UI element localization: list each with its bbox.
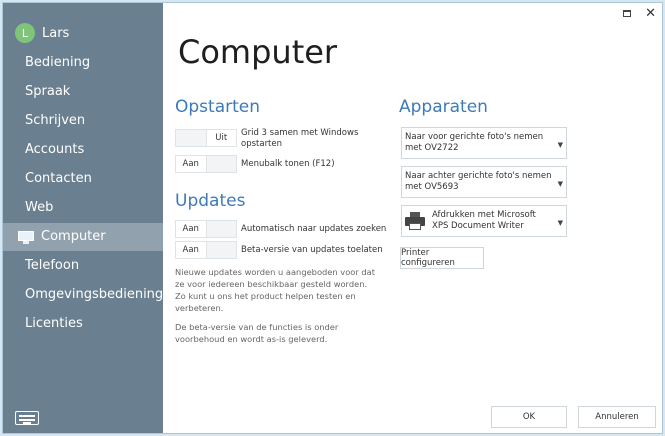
user-profile[interactable]: L Lars [15, 23, 69, 43]
auto-update-label: Automatisch naar updates zoeken [241, 224, 387, 234]
sidebar-item-telefoon[interactable]: Telefoon [3, 252, 163, 280]
chevron-down-icon: ▼ [557, 219, 563, 227]
toggle-off-label [206, 221, 236, 237]
sidebar-item-label: Accounts [25, 142, 85, 157]
sidebar-item-label: Computer [41, 229, 106, 244]
monitor-icon [17, 230, 35, 244]
ok-button[interactable]: OK [491, 406, 567, 428]
menubar-label: Menubalk tonen (F12) [241, 159, 335, 169]
sidebar-item-label: Telefoon [25, 258, 80, 273]
sidebar-item-computer[interactable]: Computer [3, 223, 163, 251]
section-title-updates: Updates [175, 191, 246, 211]
sidebar-item-web[interactable]: Web [3, 194, 163, 222]
startup-with-windows-label: Grid 3 samen met Windows opstarten [241, 128, 359, 149]
front-camera-value: Naar voor gerichte foto's nemen met OV27… [405, 132, 544, 153]
close-icon[interactable]: ✕ [645, 7, 656, 20]
printer-select[interactable]: Afdrukken met Microsoft XPS Document Wri… [401, 205, 567, 237]
auto-update-toggle[interactable]: Aan [175, 220, 237, 238]
toggle-on-label: Aan [182, 159, 199, 169]
cancel-button[interactable]: Annuleren [578, 406, 656, 428]
sidebar-item-accounts[interactable]: Accounts [3, 136, 163, 164]
beta-updates-label: Beta-versie van updates toelaten [241, 245, 383, 255]
avatar: L [15, 23, 35, 43]
rear-camera-value: Naar achter gerichte foto's nemen met OV… [405, 171, 552, 192]
updates-info-text: Nieuwe updates worden u aangeboden voor … [175, 267, 376, 313]
sidebar-item-contacten[interactable]: Contacten [3, 165, 163, 193]
sidebar-item-schrijven[interactable]: Schrijven [3, 107, 163, 135]
sidebar-item-label: Web [25, 200, 54, 215]
sidebar-item-label: Contacten [25, 171, 92, 186]
user-name: Lars [42, 25, 70, 41]
settings-window: L Lars Bediening Spraak Schrijven Accoun… [2, 2, 663, 434]
sidebar-item-label: Bediening [25, 55, 91, 70]
toggle-off-label [206, 242, 236, 258]
sidebar-item-label: Omgevingsbediening [25, 287, 164, 302]
toggle-on-label: Aan [182, 224, 199, 234]
keyboard-icon[interactable] [15, 411, 39, 425]
chevron-down-icon: ▼ [557, 180, 563, 188]
window-controls: ✕ [623, 7, 656, 20]
sidebar-item-label: Schrijven [25, 113, 86, 128]
chevron-down-icon: ▼ [557, 141, 563, 149]
beta-updates-toggle[interactable]: Aan [175, 241, 237, 259]
toggle-off-label: Uit [215, 133, 228, 143]
toggle-off-label [206, 156, 236, 172]
printer-value: Afdrukken met Microsoft XPS Document Wri… [432, 210, 536, 231]
sidebar-item-bediening[interactable]: Bediening [3, 49, 163, 77]
menubar-toggle[interactable]: Aan [175, 155, 237, 173]
beta-info-text: De beta-versie van de functies is onder … [175, 322, 339, 344]
sidebar-item-omgevingsbediening[interactable]: Omgevingsbediening [3, 281, 163, 309]
front-camera-select[interactable]: Naar voor gerichte foto's nemen met OV27… [401, 127, 567, 159]
sidebar: L Lars Bediening Spraak Schrijven Accoun… [3, 3, 163, 433]
page-title: Computer [178, 33, 338, 71]
section-title-startup: Opstarten [175, 97, 260, 117]
sidebar-item-label: Spraak [25, 84, 71, 99]
toggle-on-label: Aan [182, 245, 199, 255]
section-title-devices: Apparaten [399, 97, 488, 117]
restore-icon[interactable] [623, 10, 632, 17]
configure-printer-button[interactable]: Printer configureren [400, 247, 484, 269]
sidebar-item-licenties[interactable]: Licenties [3, 310, 163, 338]
rear-camera-select[interactable]: Naar achter gerichte foto's nemen met OV… [401, 166, 567, 198]
sidebar-item-spraak[interactable]: Spraak [3, 78, 163, 106]
sidebar-item-label: Licenties [25, 316, 83, 331]
toggle-on-label [176, 130, 206, 146]
startup-with-windows-toggle[interactable]: Uit [175, 129, 237, 147]
printer-icon [405, 212, 425, 230]
